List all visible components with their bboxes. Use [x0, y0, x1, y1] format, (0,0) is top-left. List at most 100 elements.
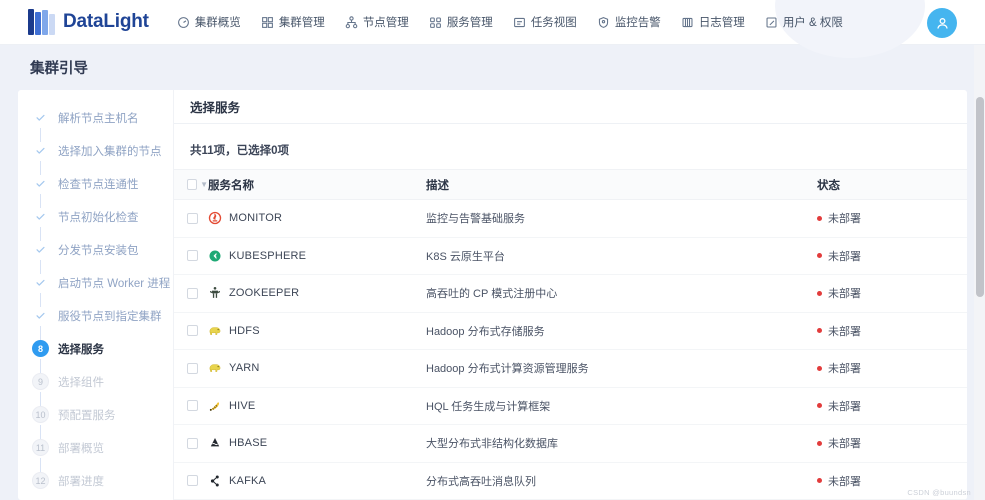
- row-checkbox[interactable]: [187, 250, 198, 262]
- row-checkbox[interactable]: [187, 287, 198, 299]
- services-table-body: MONITOR 监控与告警基础服务 未部署 KUBESPHERE K8S 云原生平台 未部…: [174, 199, 967, 500]
- status-badge: 未部署: [828, 363, 861, 376]
- brand-logo[interactable]: DataLight: [28, 9, 149, 35]
- table-row[interactable]: KUBESPHERE K8S 云原生平台 未部署: [174, 237, 967, 275]
- service-name-cell: KAFKA: [208, 462, 426, 500]
- table-header-row: ▼ 服务名称 描述 状态: [174, 169, 967, 200]
- wizard-step-5[interactable]: 分发节点安装包: [32, 240, 173, 274]
- nav-item-user-permission[interactable]: 用户 & 权限: [765, 14, 843, 30]
- page-scrollbar-thumb[interactable]: [976, 97, 984, 297]
- step-connector-line: [40, 194, 41, 208]
- service-description-cell: 分布式高吞吐消息队列: [426, 462, 817, 500]
- service-name-cell: KUBESPHERE: [208, 237, 426, 275]
- chevron-down-icon[interactable]: ▼: [200, 180, 208, 189]
- grid-apps-icon: [429, 16, 442, 29]
- service-name-cell: HDFS: [208, 312, 426, 350]
- service-description-cell: K8S 云原生平台: [426, 237, 817, 275]
- user-permission-icon: [765, 16, 778, 29]
- step-connector-line: [40, 326, 41, 340]
- service-name-cell: MONITOR: [208, 199, 426, 238]
- step-number-badge: 12: [32, 472, 49, 489]
- wizard-step-6[interactable]: 启动节点 Worker 进程: [32, 273, 173, 307]
- nav-item-cluster-overview[interactable]: 集群概览: [177, 14, 241, 30]
- nav-item-service-management[interactable]: 服务管理: [429, 14, 493, 30]
- wizard-step-7[interactable]: 服役节点到指定集群: [32, 306, 173, 340]
- log-book-icon: [681, 16, 694, 29]
- row-checkbox[interactable]: [187, 437, 198, 449]
- step-connector-line: [40, 293, 41, 307]
- table-row[interactable]: HIVE HQL 任务生成与计算框架 未部署: [174, 387, 967, 425]
- row-checkbox[interactable]: [187, 400, 198, 412]
- selection-summary: 共11项，已选择0项: [190, 145, 290, 157]
- column-header-service-name: 服务名称: [208, 169, 426, 200]
- table-row[interactable]: HDFS Hadoop 分布式存储服务 未部署: [174, 312, 967, 350]
- column-header-status: 状态: [817, 169, 967, 200]
- row-checkbox[interactable]: [187, 475, 198, 487]
- dashboard-icon: [177, 16, 190, 29]
- service-status-cell: 未部署: [817, 237, 967, 275]
- status-dot-icon: [817, 440, 822, 446]
- wizard-steps-sidebar: 解析节点主机名选择加入集群的节点 检查节点连通性 节点初始化检查分发节点安装包启动节…: [18, 90, 174, 500]
- zookeeper-icon: [208, 286, 222, 300]
- wizard-step-label: 部署概览: [58, 442, 104, 455]
- row-select-cell: [174, 199, 208, 238]
- status-badge: 未部署: [828, 400, 861, 413]
- wizard-step-label: 解析节点主机名: [58, 112, 139, 125]
- task-view-icon: [513, 16, 526, 29]
- status-dot-icon: [817, 328, 822, 334]
- hadoop-icon: [208, 361, 222, 375]
- step-check-icon: [32, 274, 49, 291]
- table-row[interactable]: ZOOKEEPER 高吞吐的 CP 模式注册中心 未部署: [174, 274, 967, 313]
- status-badge: 未部署: [828, 288, 861, 301]
- status-badge: 未部署: [828, 250, 861, 263]
- page-scrollbar-track[interactable]: [974, 45, 985, 500]
- table-row[interactable]: KAFKA 分布式高吞吐消息队列 未部署: [174, 462, 967, 500]
- wizard-steps-list: 解析节点主机名选择加入集群的节点 检查节点连通性 节点初始化检查分发节点安装包启动节…: [18, 108, 173, 490]
- nav-label: 节点管理: [362, 17, 409, 29]
- wizard-step-2[interactable]: 选择加入集群的节点: [32, 141, 173, 175]
- nav-item-cluster-management[interactable]: 集群管理: [261, 14, 325, 30]
- service-name-label: KAFKA: [229, 474, 267, 487]
- status-dot-icon: [817, 403, 822, 409]
- nav-item-log-management[interactable]: 日志管理: [681, 14, 745, 30]
- wizard-step-label: 预配置服务: [58, 409, 116, 422]
- wizard-step-10[interactable]: 10 预配置服务: [32, 405, 173, 439]
- status-badge: 未部署: [828, 213, 861, 226]
- brand-name: DataLight: [63, 11, 149, 32]
- nav-item-task-view[interactable]: 任务视图: [513, 14, 577, 30]
- step-check-icon: [32, 208, 49, 225]
- column-header-description: 描述: [426, 169, 817, 200]
- wizard-step-1[interactable]: 解析节点主机名: [32, 108, 173, 142]
- top-navigation-bar: DataLight 集群概览 集群管理 节点管理 服务管理 任务视图 监控告警 …: [0, 0, 985, 58]
- user-avatar-icon[interactable]: [927, 8, 957, 38]
- nav-label: 用户 & 权限: [782, 17, 843, 29]
- wizard-step-11[interactable]: 11 部署概览: [32, 438, 173, 472]
- service-name-cell: HBASE: [208, 424, 426, 463]
- wizard-step-label: 分发节点安装包: [58, 244, 139, 257]
- row-select-cell: [174, 424, 208, 463]
- nav-label: 集群管理: [278, 17, 325, 29]
- wizard-step-12[interactable]: 12 部署进度: [32, 471, 173, 490]
- step-number-badge: 11: [32, 439, 49, 456]
- table-row[interactable]: MONITOR 监控与告警基础服务 未部署: [174, 199, 967, 238]
- select-all-checkbox[interactable]: [187, 179, 198, 190]
- panel-header: 选择服务: [174, 90, 967, 124]
- nav-label: 服务管理: [446, 17, 493, 29]
- table-row[interactable]: HBASE 大型分布式非结构化数据库 未部署: [174, 424, 967, 463]
- row-checkbox[interactable]: [187, 325, 198, 337]
- row-checkbox[interactable]: [187, 362, 198, 374]
- wizard-step-8[interactable]: 8 选择服务: [32, 339, 173, 373]
- row-select-cell: [174, 462, 208, 500]
- kafka-icon: [208, 474, 222, 488]
- step-connector-line: [40, 392, 41, 406]
- service-selection-panel: 选择服务 共11项，已选择0项 ▼ 服务名称 描述 状态 MONITOR监控与: [174, 90, 967, 500]
- row-checkbox[interactable]: [187, 212, 198, 224]
- step-connector-line: [40, 161, 41, 175]
- nav-item-monitor-alert[interactable]: 监控告警: [597, 14, 661, 30]
- hive-bee-icon: [208, 399, 222, 413]
- wizard-step-9[interactable]: 9 选择组件: [32, 372, 173, 406]
- wizard-step-4[interactable]: 节点初始化检查: [32, 207, 173, 241]
- wizard-step-3[interactable]: 检查节点连通性: [32, 174, 173, 208]
- table-row[interactable]: YARN Hadoop 分布式计算资源管理服务 未部署: [174, 349, 967, 388]
- nav-item-node-management[interactable]: 节点管理: [345, 14, 409, 30]
